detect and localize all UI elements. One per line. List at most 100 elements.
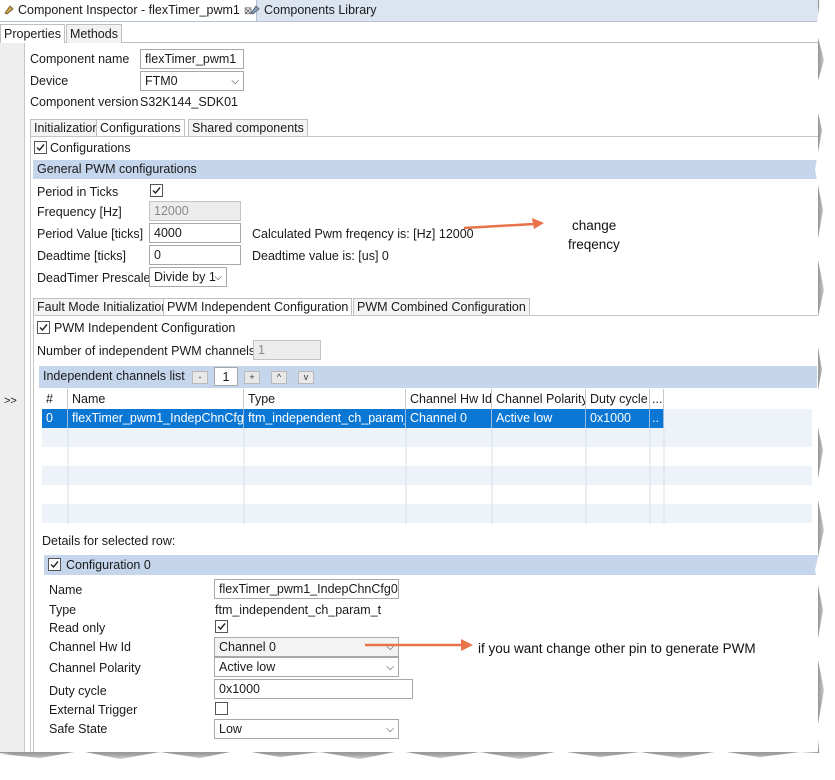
deadtime-prescaler-select[interactable]: Divide by 1 ⌵ [149,267,227,287]
configuration-0-band: Configuration 0 [44,555,818,575]
tab-initialization-label: Initialization [34,121,100,135]
deadtime-calculated-text: Deadtime value is: [us] 0 [252,249,389,263]
table-row-empty [42,466,812,485]
channel-polarity-value: Active low [219,660,276,674]
pwm-independent-checkbox-label: PWM Independent Configuration [54,321,236,335]
table-header-polarity[interactable]: Channel Polarity [492,389,586,409]
annotation-pin-note: if you want change other pin to generate… [478,641,756,656]
tab-components-library-label: Components Library [264,3,377,17]
deadtime-prescaler-label: DeadTimer Prescaler [37,271,155,285]
table-header-hwid[interactable]: Channel Hw Id [406,389,492,409]
table-cell: 0x1000 [586,409,650,428]
row-count-input[interactable]: 1 [214,367,238,386]
detail-readonly-label: Read only [49,621,106,635]
channels-list-label: Independent channels list [43,369,185,383]
channels-list-band: Independent channels list [39,366,817,388]
tab-pwm-independent[interactable]: PWM Independent Configuration [163,298,353,315]
annotation-change-line2: freqency [568,237,620,252]
tab-shared-components-label: Shared components [192,121,304,135]
tab-component-inspector-label: Component Inspector - flexTimer_pwm1 [18,3,240,17]
tab-fault-mode[interactable]: Fault Mode Initialization [33,298,173,315]
period-value-label: Period Value [ticks] [37,227,144,241]
safe-state-value: Low [219,722,242,736]
inspector-subtabs: Properties Methods [0,22,818,43]
table-header-more[interactable]: ... [650,389,664,409]
channels-table: # Name Type Channel Hw Id Channel Polari… [42,389,812,524]
safe-state-select[interactable]: Low ⌵ [214,719,399,739]
detail-polarity-label: Channel Polarity [49,661,141,675]
general-pwm-band: General PWM configurations [33,160,818,179]
view-tab-bar: Component Inspector - flexTimer_pwm1 ⊠ Co… [0,0,818,22]
readonly-checkbox[interactable] [215,620,228,633]
table-header-duty[interactable]: Duty cycle [586,389,650,409]
chevron-down-icon: ⌵ [386,724,394,735]
detail-hwid-label: Channel Hw Id [49,640,131,654]
move-down-button[interactable]: v [298,371,314,384]
frequency-input: 12000 [149,201,241,221]
channel-polarity-select[interactable]: Active low ⌵ [214,657,399,677]
tab-fault-mode-label: Fault Mode Initialization [37,300,169,314]
detail-safe-state-label: Safe State [49,722,108,736]
component-name-input[interactable]: flexTimer_pwm1 [140,49,244,69]
deadtime-input[interactable]: 0 [149,245,241,265]
configurations-checkbox[interactable] [34,141,47,154]
component-inspector-panel: Component Inspector - flexTimer_pwm1 ⊠ Co… [0,0,819,753]
details-title: Details for selected row: [42,534,176,548]
table-row-empty [42,447,812,466]
tab-component-inspector[interactable]: Component Inspector - flexTimer_pwm1 ⊠ [0,0,258,21]
tab-pwm-combined[interactable]: PWM Combined Configuration [353,298,530,315]
external-trigger-checkbox[interactable] [215,702,228,715]
chevron-down-icon: ⌵ [386,662,394,673]
components-library-icon [250,1,261,15]
detail-type-label: Type [49,603,77,617]
tab-shared-components[interactable]: Shared components [188,119,308,136]
component-version-label: Component version [30,95,139,109]
tab-configurations-label: Configurations [100,121,181,135]
device-select[interactable]: FTM0 ⌵ [140,71,244,91]
pwm-independent-checkbox[interactable] [37,321,50,334]
torn-edge-bottom [0,750,835,780]
detail-name-label: Name [49,583,83,597]
tab-pwm-combined-label: PWM Combined Configuration [357,300,526,314]
period-in-ticks-label: Period in Ticks [37,185,119,199]
frequency-label: Frequency [Hz] [37,205,122,219]
remove-row-button[interactable]: - [192,371,208,384]
detail-name-input[interactable]: flexTimer_pwm1_IndepChnCfg0 [214,579,399,599]
deadtime-label: Deadtime [ticks] [37,249,126,263]
tab-properties[interactable]: Properties [0,24,65,43]
num-channels-label: Number of independent PWM channels [37,344,256,358]
num-channels-input: 1 [253,340,321,360]
configuration-0-checkbox[interactable] [48,558,61,571]
annotation-change-line1: change [572,218,617,233]
component-version-value: S32K144_SDK01 [140,95,238,109]
channel-hwid-value: Channel 0 [219,640,276,654]
detail-external-trigger-label: External Trigger [49,703,138,717]
calculated-frequency-text: Calculated Pwm freqency is: [Hz] 12000 [252,227,474,241]
table-cell: ftm_independent_ch_param_t [244,409,406,428]
tab-methods[interactable]: Methods [66,24,122,43]
chevron-down-icon: ⌵ [214,272,222,283]
expand-icon[interactable]: >> [4,395,17,407]
table-row[interactable]: 0 flexTimer_pwm1_IndepChnCfg0 ftm_indepe… [42,409,664,428]
tab-components-library[interactable]: Components Library [246,0,381,21]
add-row-button[interactable]: + [244,371,260,384]
table-cell: 0 [42,409,68,428]
table-cell: Active low [492,409,586,428]
move-up-button[interactable]: ^ [271,371,287,384]
tab-pwm-independent-label: PWM Independent Configuration [167,300,349,314]
period-in-ticks-checkbox[interactable] [150,184,163,197]
table-header-name[interactable]: Name [68,389,244,409]
table-row-empty [42,485,812,504]
table-header-type[interactable]: Type [244,389,406,409]
detail-type-value: ftm_independent_ch_param_t [215,603,382,617]
detail-duty-label: Duty cycle [49,684,107,698]
duty-cycle-input[interactable]: 0x1000 [214,679,413,699]
tab-configurations[interactable]: Configurations [96,119,185,136]
table-row-empty [42,428,812,447]
collapse-gutter[interactable]: >> [0,43,25,752]
tab-properties-label: Properties [4,27,61,41]
device-label: Device [30,74,69,88]
table-header-index[interactable]: # [42,389,68,409]
tab-initialization[interactable]: Initialization [30,119,104,136]
period-value-input[interactable]: 4000 [149,223,241,243]
